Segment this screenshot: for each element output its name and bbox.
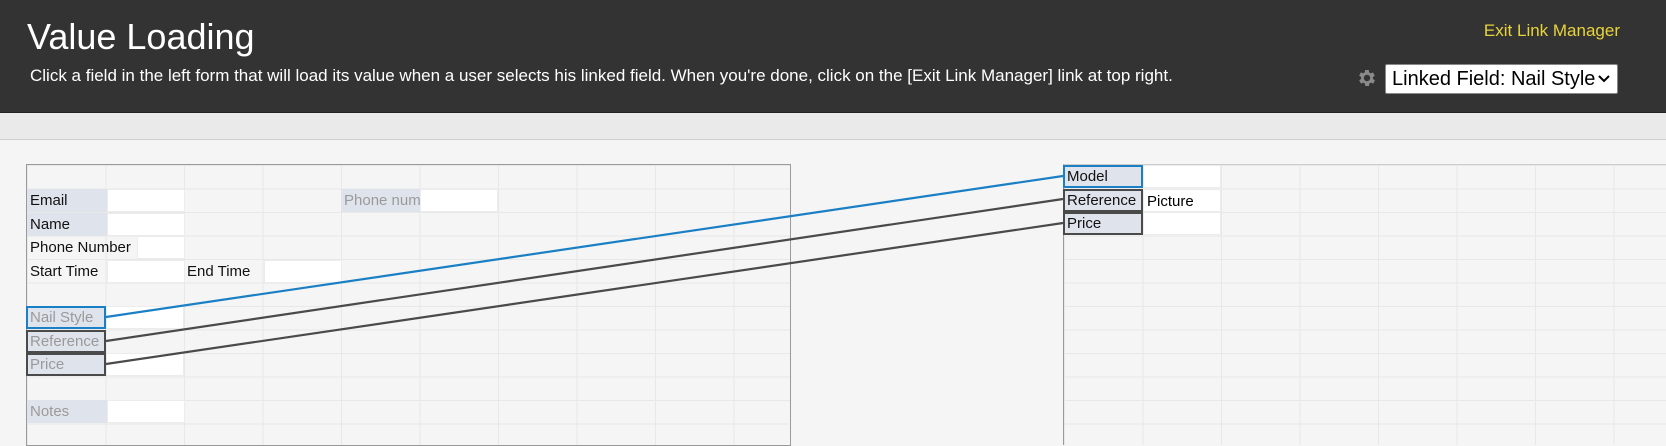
linked-field-select[interactable]: Linked Field: Nail Style [1385,64,1618,94]
email-field[interactable] [107,189,185,212]
end-time-label: End Time [187,263,251,280]
nail-style-input[interactable] [106,306,184,329]
price-field[interactable]: Price [26,353,106,376]
name-field[interactable] [107,213,185,236]
start-time-label: Start Time [30,263,99,280]
exit-link-manager-link[interactable]: Exit Link Manager [1484,21,1620,41]
name-label: Name [27,213,107,236]
reference-value[interactable]: Picture [1143,189,1221,212]
reference-field[interactable]: Reference [26,330,106,353]
price-right-field[interactable]: Price [1063,212,1143,235]
price-input[interactable] [106,353,184,376]
phone-number-label: Phone Number [30,239,131,256]
page-title: Value Loading [27,16,255,57]
end-time-field[interactable] [264,260,342,283]
nail-style-field[interactable]: Nail Style [26,306,106,329]
start-time-field[interactable] [107,260,185,283]
chevron-down-icon [1598,75,1610,83]
gear-icon[interactable] [1356,67,1378,89]
email-label: Email [27,189,107,212]
price-right-input[interactable] [1143,212,1221,235]
model-input[interactable] [1143,165,1221,188]
toolbar-strip [0,113,1666,140]
phone-number-field[interactable] [137,236,185,259]
linked-field-select-value: Linked Field: Nail Style [1392,67,1596,90]
notes-label: Notes [27,400,107,423]
phone-number-short-label: Phone numb [341,189,420,212]
phone-field[interactable] [420,189,498,212]
model-field[interactable]: Model [1063,165,1143,188]
header-bar: Value Loading Click a field in the left … [0,0,1666,113]
instructions-text: Click a field in the left form that will… [30,66,1173,85]
notes-field[interactable] [107,400,185,423]
reference-right-field[interactable]: Reference [1063,189,1143,212]
